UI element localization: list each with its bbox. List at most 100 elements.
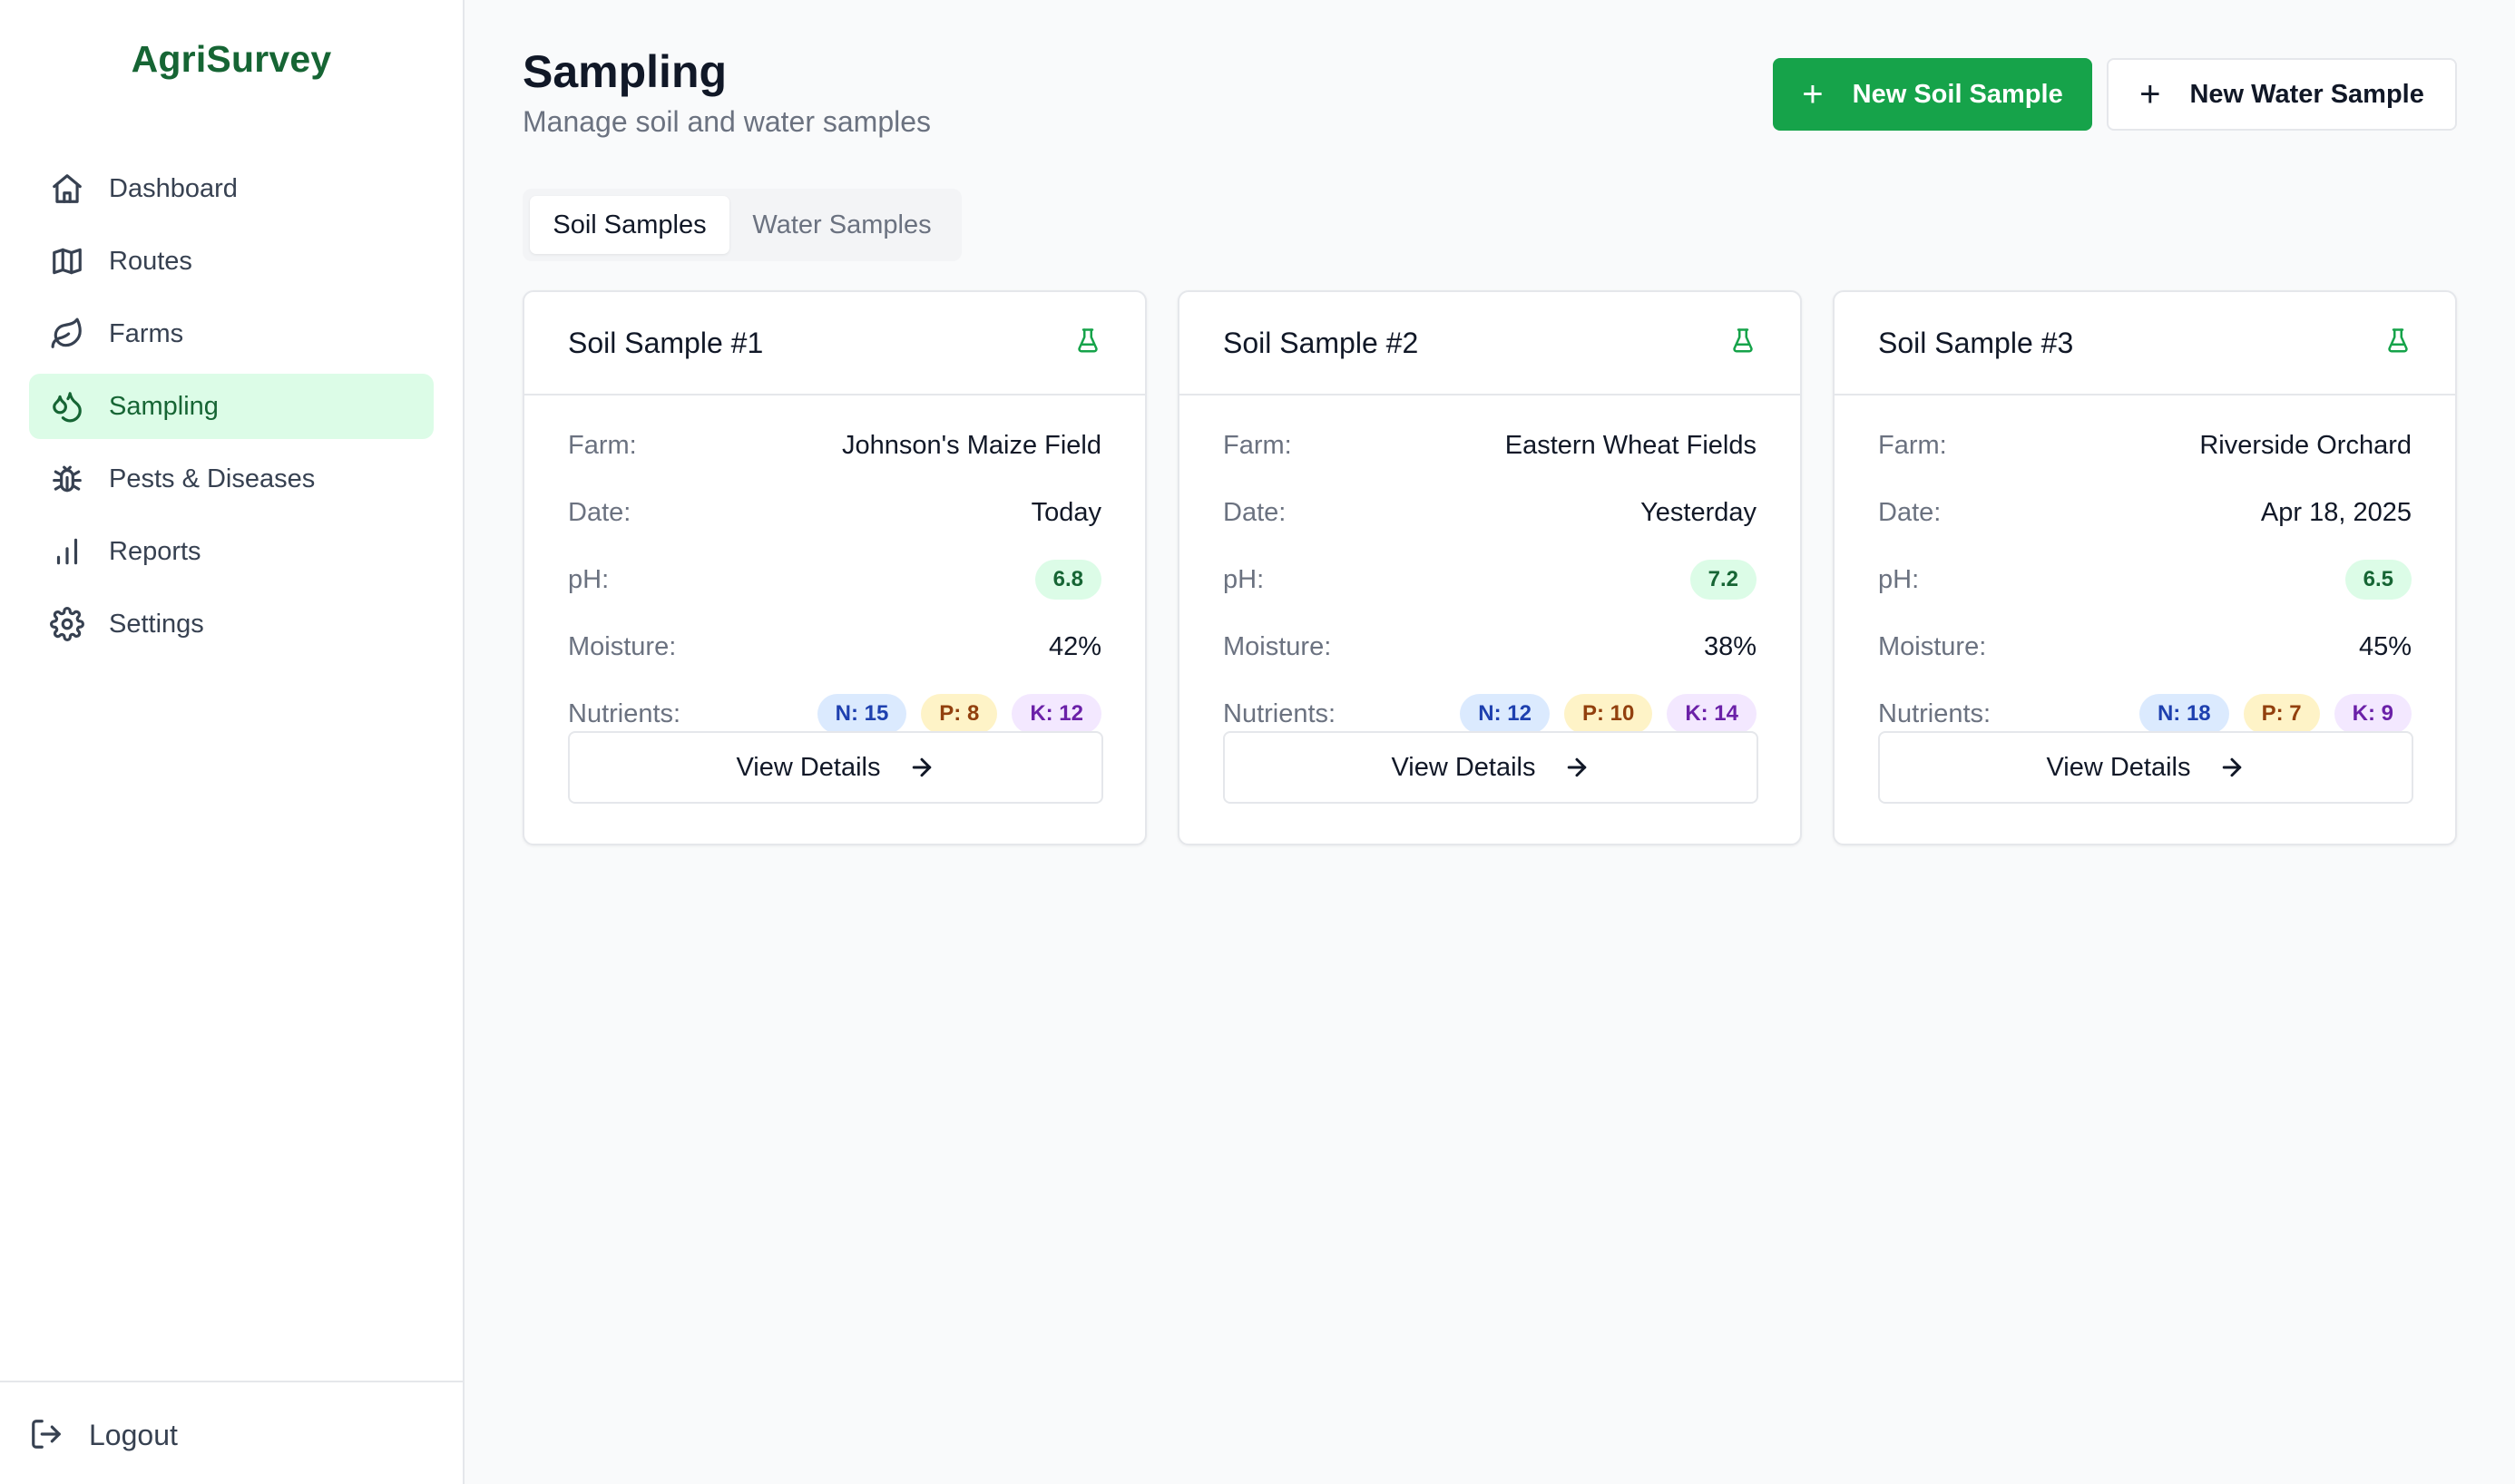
nitrogen-badge: N: 12 [1460, 694, 1550, 734]
farm-row: Farm: Eastern Wheat Fields [1223, 412, 1757, 479]
date-value: Apr 18, 2025 [2260, 497, 2412, 527]
tab-water-samples[interactable]: Water Samples [729, 196, 954, 254]
moisture-value: 45% [2358, 631, 2412, 661]
view-details-label: View Details [2046, 752, 2191, 782]
sidebar-item-label: Dashboard [109, 173, 238, 203]
potassium-badge: K: 14 [1667, 694, 1757, 734]
potassium-badge: K: 9 [2334, 694, 2412, 734]
card-title: Soil Sample #2 [1223, 326, 1419, 359]
farm-label: Farm: [1878, 430, 1947, 460]
potassium-badge: K: 12 [1012, 694, 1101, 734]
moisture-row: Moisture: 38% [1223, 613, 1757, 680]
arrow-right-icon [2218, 754, 2246, 781]
sample-tabs: Soil Samples Water Samples [523, 189, 962, 261]
droplets-icon [49, 388, 85, 425]
ph-label: pH: [1878, 564, 1920, 594]
plus-icon: + [2139, 74, 2161, 114]
logout-icon [29, 1417, 65, 1453]
date-label: Date: [568, 497, 631, 527]
moisture-label: Moisture: [1878, 631, 1987, 661]
farm-value: Johnson's Maize Field [841, 430, 1101, 460]
moisture-label: Moisture: [568, 631, 677, 661]
view-details-label: View Details [736, 752, 881, 782]
sidebar-item-label: Reports [109, 536, 201, 566]
new-soil-sample-label: New Soil Sample [1852, 79, 2063, 109]
new-water-sample-button[interactable]: + New Water Sample [2107, 58, 2457, 131]
new-soil-sample-button[interactable]: + New Soil Sample [1773, 58, 2092, 131]
sidebar-item-pests-diseases[interactable]: Pests & Diseases [29, 446, 434, 512]
sidebar: AgriSurvey Dashboard Routes Farms Sampli… [0, 0, 465, 1484]
sidebar-footer: Logout [0, 1381, 463, 1484]
moisture-row: Moisture: 45% [1878, 613, 2412, 680]
phosphorus-badge: P: 10 [1563, 694, 1653, 734]
sample-card: Soil Sample #3 Farm: Riverside Orchard D… [1833, 290, 2457, 845]
phosphorus-badge: P: 7 [2243, 694, 2320, 734]
sidebar-item-label: Pests & Diseases [109, 464, 316, 493]
view-details-button[interactable]: View Details [1223, 731, 1758, 804]
ph-row: pH: 7.2 [1223, 546, 1757, 613]
page-title: Sampling [523, 46, 728, 97]
date-row: Date: Apr 18, 2025 [1878, 479, 2412, 546]
tab-soil-samples[interactable]: Soil Samples [530, 196, 729, 254]
sample-card: Soil Sample #1 Farm: Johnson's Maize Fie… [523, 290, 1147, 845]
sidebar-item-farms[interactable]: Farms [29, 301, 434, 366]
moisture-value: 42% [1048, 631, 1101, 661]
date-row: Date: Yesterday [1223, 479, 1757, 546]
farm-value: Riverside Orchard [2199, 430, 2412, 460]
card-header: Soil Sample #3 [1835, 292, 2455, 395]
ph-row: pH: 6.5 [1878, 546, 2412, 613]
farm-row: Farm: Johnson's Maize Field [568, 412, 1101, 479]
nutrients-label: Nutrients: [568, 698, 681, 728]
card-title: Soil Sample #3 [1878, 326, 2074, 359]
date-value: Today [1031, 497, 1101, 527]
ph-label: pH: [1223, 564, 1265, 594]
sidebar-item-label: Sampling [109, 391, 219, 421]
sidebar-item-reports[interactable]: Reports [29, 519, 434, 584]
flask-icon [1729, 327, 1757, 359]
date-label: Date: [1223, 497, 1287, 527]
sample-card: Soil Sample #2 Farm: Eastern Wheat Field… [1178, 290, 1802, 845]
logout-label: Logout [89, 1418, 178, 1451]
logout-button[interactable]: Logout [29, 1410, 178, 1460]
plus-icon: + [1802, 74, 1824, 114]
sidebar-item-label: Settings [109, 609, 204, 639]
sample-cards: Soil Sample #1 Farm: Johnson's Maize Fie… [523, 290, 2457, 845]
date-value: Yesterday [1640, 497, 1757, 527]
view-details-button[interactable]: View Details [568, 731, 1103, 804]
flask-icon [2384, 327, 2412, 359]
view-details-button[interactable]: View Details [1878, 731, 2413, 804]
nutrients-label: Nutrients: [1878, 698, 1991, 728]
bug-icon [49, 461, 85, 497]
farm-label: Farm: [1223, 430, 1292, 460]
nitrogen-badge: N: 18 [2138, 694, 2229, 734]
sidebar-item-settings[interactable]: Settings [29, 591, 434, 657]
date-row: Date: Today [568, 479, 1101, 546]
ph-badge: 6.8 [1034, 560, 1101, 600]
map-icon [49, 243, 85, 279]
sidebar-item-label: Routes [109, 246, 192, 276]
app-logo[interactable]: AgriSurvey [0, 38, 463, 81]
page-subtitle: Manage soil and water samples [523, 105, 932, 138]
moisture-row: Moisture: 42% [568, 613, 1101, 680]
home-icon [49, 171, 85, 207]
farm-value: Eastern Wheat Fields [1504, 430, 1757, 460]
sidebar-item-dashboard[interactable]: Dashboard [29, 156, 434, 221]
flask-icon [1074, 327, 1101, 359]
date-label: Date: [1878, 497, 1942, 527]
moisture-value: 38% [1703, 631, 1757, 661]
phosphorus-badge: P: 8 [921, 694, 998, 734]
farm-label: Farm: [568, 430, 637, 460]
nitrogen-badge: N: 15 [817, 694, 907, 734]
sidebar-item-label: Farms [109, 318, 184, 348]
arrow-right-icon [1563, 754, 1590, 781]
leaf-icon [49, 316, 85, 352]
gear-icon [49, 606, 85, 642]
card-header: Soil Sample #2 [1179, 292, 1800, 395]
nutrients-label: Nutrients: [1223, 698, 1336, 728]
card-header: Soil Sample #1 [524, 292, 1145, 395]
arrow-right-icon [908, 754, 935, 781]
sidebar-item-sampling[interactable]: Sampling [29, 374, 434, 439]
sidebar-item-routes[interactable]: Routes [29, 229, 434, 294]
bar-chart-icon [49, 533, 85, 570]
sidebar-nav: Dashboard Routes Farms Sampling Pests & … [29, 156, 434, 664]
